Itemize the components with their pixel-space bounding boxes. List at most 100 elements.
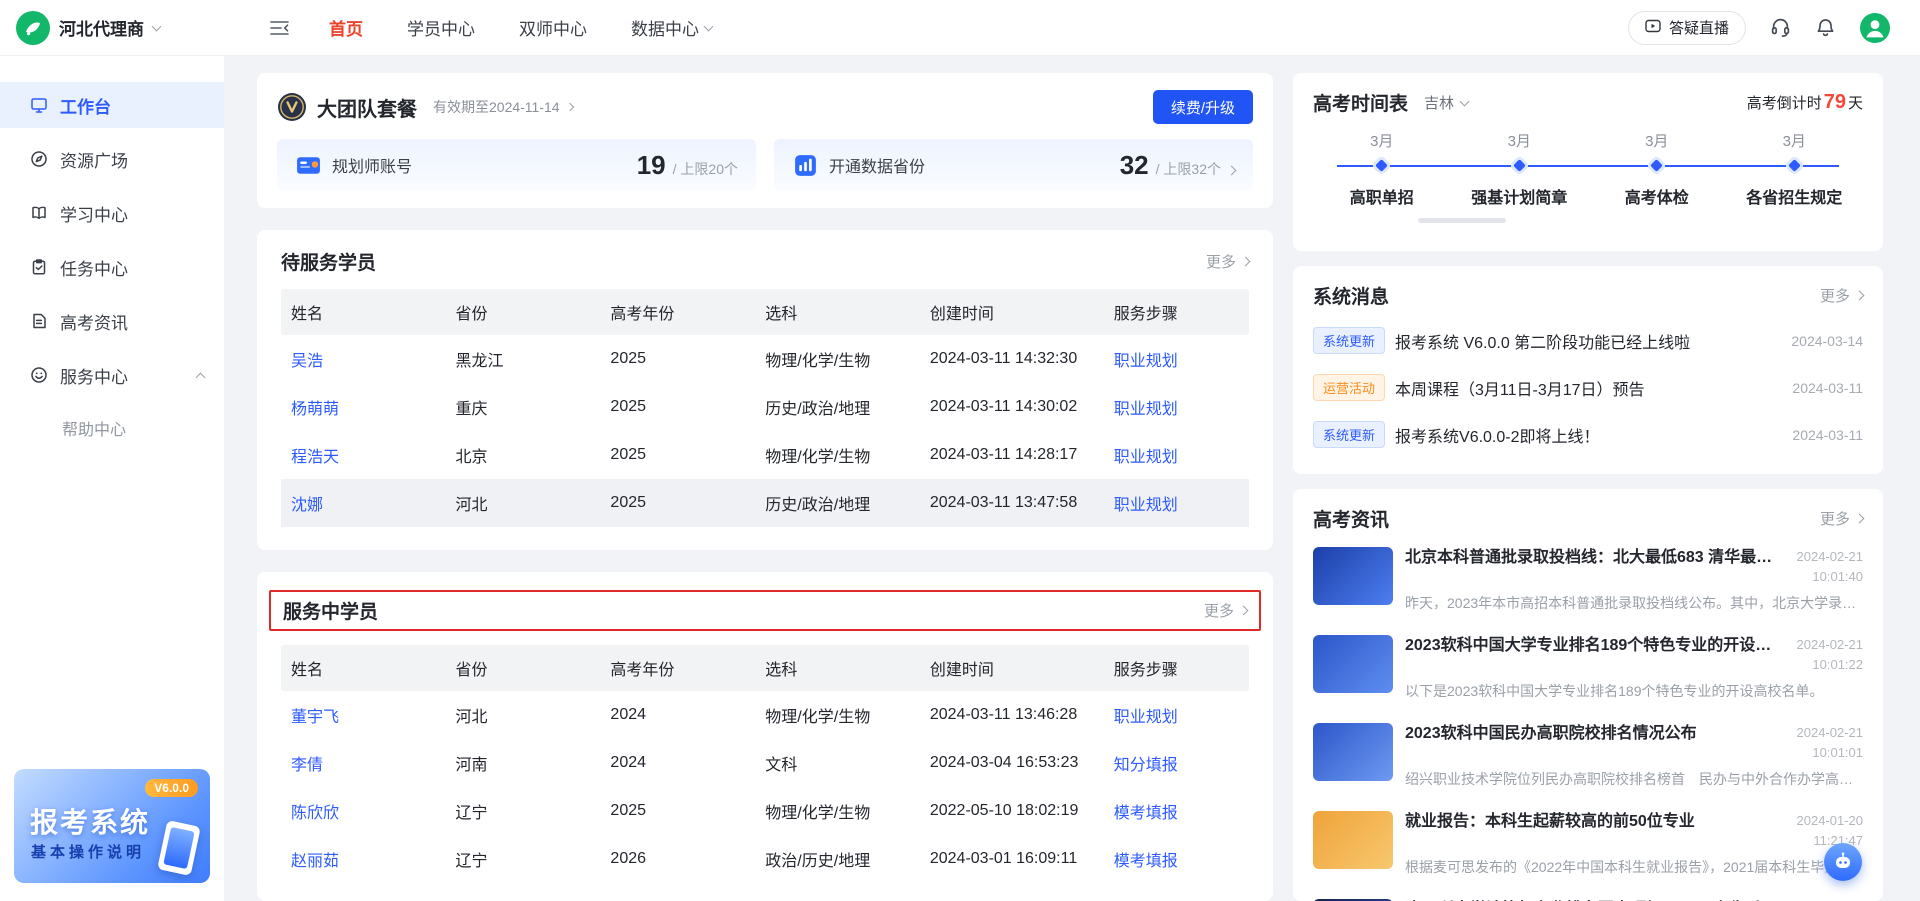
more-label: 更多 [1820,285,1850,306]
message-tag: 系统更新 [1313,421,1385,448]
stat-limit: / 上限32个 [1156,159,1221,179]
stat-label: 开通数据省份 [829,153,925,177]
headset-icon[interactable] [1770,17,1791,38]
student-name-link[interactable]: 赵丽茹 [281,847,446,871]
news-body: 2023软科中国民办高职院校排名情况公布2024-02-2110:01:01绍兴… [1405,723,1863,789]
timeline-event: 3月高考体检 [1588,130,1726,208]
serving-more-link[interactable]: 更多 [1204,600,1247,621]
more-label: 更多 [1820,508,1850,529]
service-step-link[interactable]: 职业规划 [1104,491,1249,515]
timeline-month: 3月 [1783,130,1806,152]
user-avatar[interactable] [1860,13,1890,43]
column-header: 高考年份 [600,300,755,324]
student-name-link[interactable]: 沈娜 [281,491,446,515]
sidebar-item-label: 高考资讯 [60,309,128,334]
serving-card-header-highlighted: 服务中学员 更多 [269,590,1261,631]
news-item-desc: 根据麦可思发布的《2022年中国本科生就业报告》，2021届本科生毕业半年... [1405,857,1863,877]
messages-more-link[interactable]: 更多 [1820,285,1863,306]
news-item-date: 2024-02-2110:01:22 [1797,635,1864,674]
news-thumbnail [1313,811,1393,869]
news-toprow: 北京本科普通批录取投档线：北大最低683 清华最低6852024-02-2110… [1405,547,1863,586]
promo-banner[interactable]: V6.0.0 报考系统 基本操作说明 [14,769,210,883]
sidebar-collapse-icon[interactable] [270,20,289,36]
timeline-scrollbar[interactable] [1418,218,1506,223]
timeline-event-label: 高考体检 [1625,184,1689,208]
news-more-link[interactable]: 更多 [1820,508,1863,529]
table-cell: 2024-03-04 16:53:23 [920,754,1104,772]
nav-item-label: 学员中心 [407,15,475,40]
student-name-link[interactable]: 李倩 [281,751,446,775]
table-cell: 河北 [446,491,601,515]
package-validity[interactable]: 有效期至2024-11-14 [433,97,573,117]
news-item-date: 2024-02-2110:01:01 [1797,723,1864,762]
sidebar-item-learning-center[interactable]: 学习中心 [0,190,224,236]
table-cell: 历史/政治/地理 [755,395,920,419]
sidebar-item-label: 工作台 [60,93,111,118]
service-step-link[interactable]: 模考填报 [1104,799,1249,823]
task-icon [30,258,48,276]
news-item[interactable]: 2023软科中国民办高职院校排名情况公布2024-02-2110:01:01绍兴… [1313,712,1863,800]
sidebar-subitem-help-center[interactable]: 帮助中心 [0,406,224,450]
nav-item-label: 双师中心 [519,15,587,40]
news-item-date: 2024-01-2011:21:47 [1797,811,1864,850]
timetable-header: 高考时间表 吉林 高考倒计时79天 [1313,89,1863,116]
nav-item-dual-teacher-center[interactable]: 双师中心 [519,15,587,40]
message-item[interactable]: 运营活动本周课程（3月11日-3月17日）预告2024-03-11 [1313,364,1863,411]
news-body: 北京本科普通批录取投档线：北大最低683 清华最低6852024-02-2110… [1405,547,1863,613]
nav-item-data-center[interactable]: 数据中心 [631,15,712,40]
table-cell: 北京 [446,443,601,467]
chevron-right-icon [1227,165,1237,175]
table-row: 杨萌萌重庆2025历史/政治/地理2024-03-11 14:30:02职业规划 [281,383,1249,431]
nav-item-student-center[interactable]: 学员中心 [407,15,475,40]
timeline-dot [1650,159,1663,172]
stat-value-group: 32/ 上限32个 [1120,150,1235,181]
message-item[interactable]: 系统更新报考系统V6.0.0-2即将上线！2024-03-11 [1313,411,1863,458]
top-bar: 河北代理商 首页 学员中心 双师中心 数据中心 答疑直播 [0,0,1920,56]
bell-icon[interactable] [1815,17,1836,38]
sidebar-item-service-center[interactable]: 服务中心 [0,352,224,398]
student-name-link[interactable]: 杨萌萌 [281,395,446,419]
news-item[interactable]: 这11所大学计算机专业排名国内顶级，2021考生千万不...2024-02-21 [1313,888,1863,901]
news-item[interactable]: 就业报告：本科生起薪较高的前50位专业2024-01-2011:21:47根据麦… [1313,800,1863,888]
stat-box-data-provinces[interactable]: 开通数据省份 32/ 上限32个 [774,139,1253,191]
main-content: 大团队套餐 有效期至2024-11-14 续费/升级 规划师账号19/ 上限20… [224,56,1920,901]
column-header: 选科 [755,656,920,680]
pending-more-link[interactable]: 更多 [1206,251,1249,272]
news-item[interactable]: 2023软科中国大学专业排名189个特色专业的开设高校...2024-02-21… [1313,624,1863,712]
service-step-link[interactable]: 职业规划 [1104,703,1249,727]
table-cell: 2025 [600,446,755,464]
student-name-link[interactable]: 董宇飞 [281,703,446,727]
province-select[interactable]: 吉林 [1424,92,1468,113]
service-step-link[interactable]: 模考填报 [1104,847,1249,871]
student-name-link[interactable]: 陈欣欣 [281,799,446,823]
assistant-float-icon[interactable] [1824,843,1862,881]
student-name-link[interactable]: 程浩天 [281,443,446,467]
column-header: 省份 [446,656,601,680]
student-name-link[interactable]: 吴浩 [281,347,446,371]
sidebar-item-task-center[interactable]: 任务中心 [0,244,224,290]
service-step-link[interactable]: 职业规划 [1104,347,1249,371]
brand-switcher[interactable]: 河北代理商 [0,11,224,45]
main-column: 大团队套餐 有效期至2024-11-14 续费/升级 规划师账号19/ 上限20… [257,73,1273,901]
news-item[interactable]: 北京本科普通批录取投档线：北大最低683 清华最低6852024-02-2110… [1313,536,1863,624]
renew-upgrade-button[interactable]: 续费/升级 [1153,90,1253,124]
sidebar-item-gaokao-news[interactable]: 高考资讯 [0,298,224,344]
nav-item-label: 首页 [329,15,363,40]
service-step-link[interactable]: 职业规划 [1104,395,1249,419]
sidebar-item-resource-plaza[interactable]: 资源广场 [0,136,224,182]
nav-item-home[interactable]: 首页 [329,15,363,40]
service-step-link[interactable]: 职业规划 [1104,443,1249,467]
message-item[interactable]: 系统更新报考系统 V6.0.0 第二阶段功能已经上线啦2024-03-14 [1313,317,1863,364]
table-cell: 2025 [600,494,755,512]
sidebar-item-workbench[interactable]: 工作台 [0,82,224,128]
chevron-right-icon [1241,257,1251,267]
timeline-event-label: 强基计划简章 [1471,184,1567,208]
more-label: 更多 [1206,251,1236,272]
pending-card-header: 待服务学员 更多 [281,248,1249,275]
live-icon [1645,19,1661,37]
timetable-title: 高考时间表 [1313,89,1408,116]
message-date: 2024-03-11 [1792,380,1863,396]
stat-label: 规划师账号 [332,153,412,177]
service-step-link[interactable]: 知分填报 [1104,751,1249,775]
qa-live-button[interactable]: 答疑直播 [1628,11,1746,45]
